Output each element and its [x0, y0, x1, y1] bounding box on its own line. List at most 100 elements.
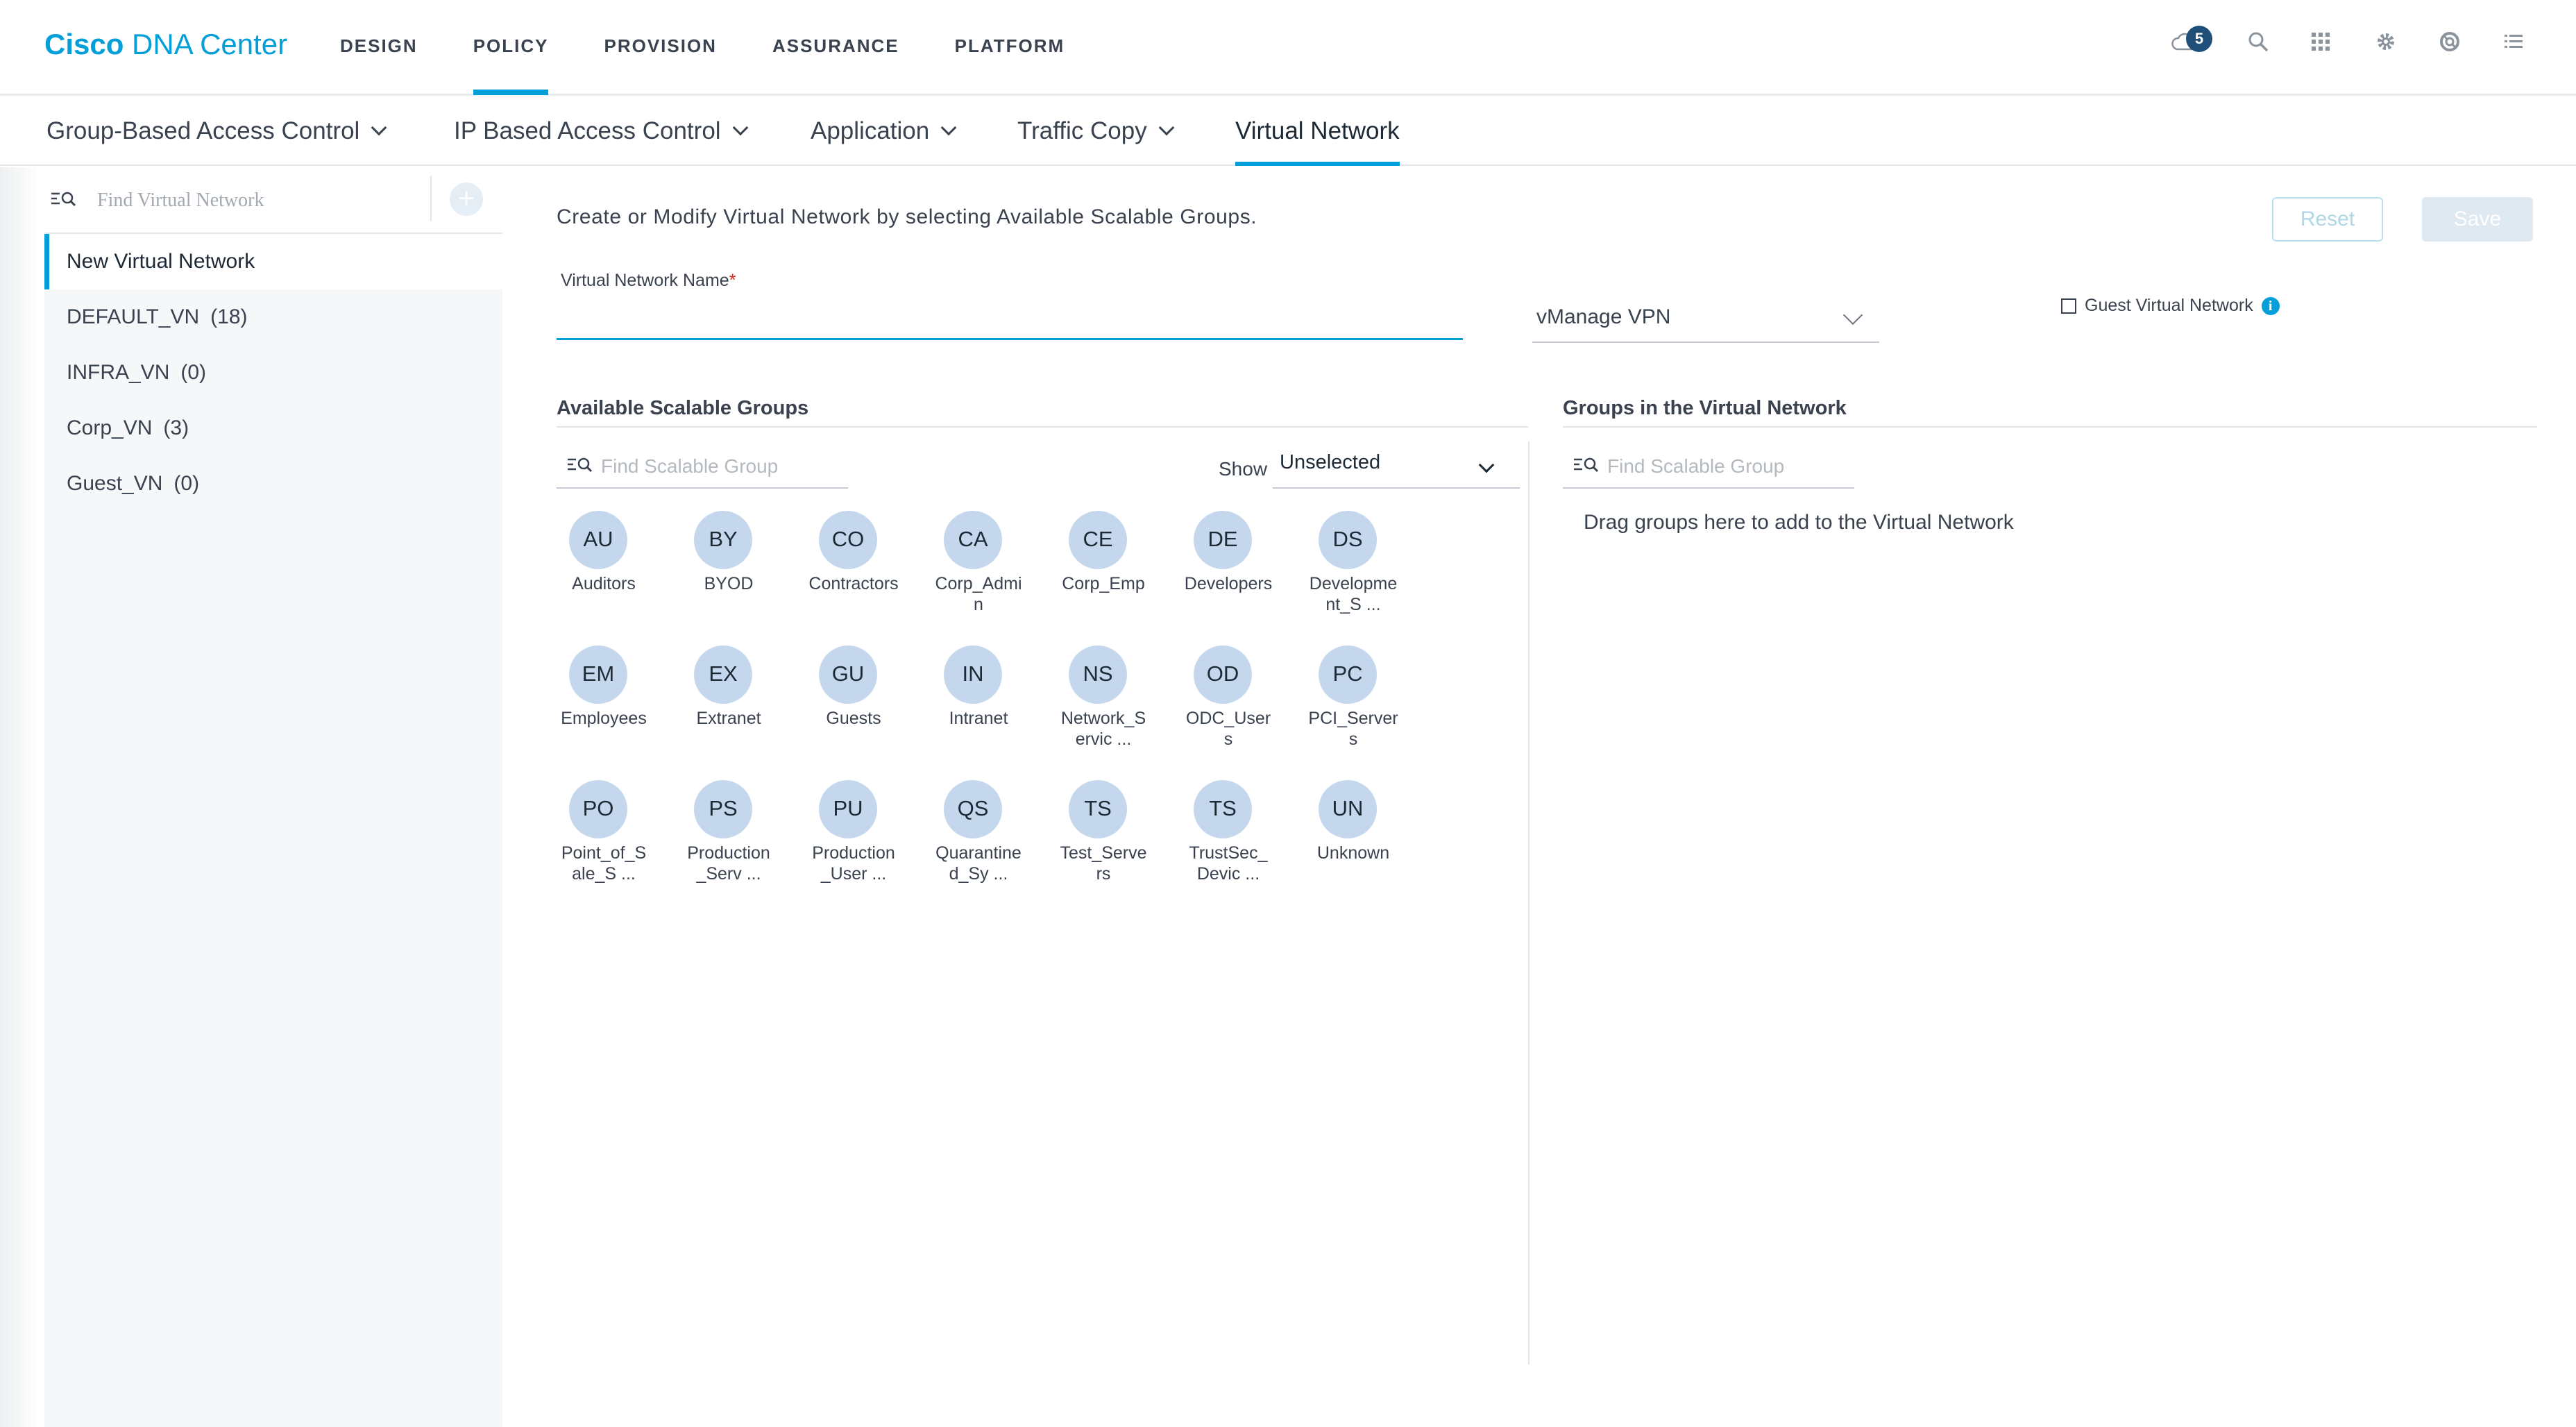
group-name: TrustSec_Devic ... — [1189, 843, 1268, 884]
vn-item-infra-vn[interactable]: INFRA_VN (0) — [44, 345, 502, 400]
group-avatar: UN — [1319, 780, 1377, 838]
nav-design[interactable]: DESIGN — [340, 0, 418, 95]
groups-in-vn-title: Groups in the Virtual Network — [1563, 397, 1847, 419]
scalable-group-tile[interactable]: UN Unknown — [1291, 780, 1416, 863]
virtual-network-sidebar: + New Virtual Network DEFAULT_VN (18) INF… — [44, 167, 502, 1427]
vn-count: (0) — [173, 472, 200, 495]
nav-policy[interactable]: POLICY — [473, 0, 549, 95]
main-nav: DESIGN POLICY PROVISION ASSURANCE PLATFO… — [340, 0, 1120, 95]
gear-icon[interactable] — [2372, 28, 2400, 56]
available-groups-title: Available Scalable Groups — [557, 397, 809, 419]
group-name: Development_S ... — [1309, 574, 1398, 614]
save-button[interactable]: Save — [2422, 197, 2533, 242]
filter-search-icon — [566, 454, 597, 480]
scalable-group-tile[interactable]: TS TrustSec_Devic ... — [1166, 780, 1291, 884]
required-mark: * — [729, 271, 736, 290]
scalable-group-tile[interactable]: CE Corp_Emp — [1041, 511, 1166, 594]
tab-application[interactable]: Application — [811, 96, 957, 166]
tab-group-based-access-control[interactable]: Group-Based Access Control — [46, 96, 387, 166]
search-icon[interactable] — [2244, 28, 2272, 56]
vmanage-vpn-select[interactable]: vManage VPN — [1532, 298, 1879, 343]
guest-vn-checkbox[interactable]: Guest Virtual Network i — [2061, 296, 2280, 316]
group-name: Guests — [826, 709, 881, 728]
chevron-down-icon — [1842, 305, 1863, 326]
vn-label: DEFAULT_VN — [67, 305, 200, 328]
vn-groups-search-input[interactable] — [1607, 450, 1843, 483]
show-filter-select[interactable]: Unselected — [1273, 444, 1520, 489]
available-groups-search-input[interactable] — [601, 450, 837, 483]
nav-provision[interactable]: PROVISION — [604, 0, 716, 95]
scalable-group-tile[interactable]: OD ODC_Users — [1166, 645, 1291, 750]
tab-label: Virtual Network — [1235, 117, 1400, 144]
scalable-group-tile[interactable]: QS Quarantined_Sy ... — [916, 780, 1041, 884]
scalable-group-tile[interactable]: TS Test_Servers — [1041, 780, 1166, 884]
group-avatar: QS — [944, 780, 1002, 838]
search-divider — [430, 176, 432, 221]
vn-item-guest-vn[interactable]: Guest_VN (0) — [44, 456, 502, 512]
tab-traffic-copy[interactable]: Traffic Copy — [1017, 96, 1175, 166]
scalable-group-tile[interactable]: BY BYOD — [666, 511, 791, 594]
vn-item-new[interactable]: New Virtual Network — [44, 234, 502, 289]
group-name: Production_User ... — [812, 843, 895, 884]
brand-name-rest: DNA Center — [124, 28, 288, 60]
scalable-group-tile[interactable]: PC PCI_Servers — [1291, 645, 1416, 750]
menu-list-icon[interactable] — [2500, 28, 2527, 56]
chevron-down-icon — [732, 119, 748, 136]
vn-search-input[interactable] — [97, 184, 458, 217]
checkbox-box[interactable] — [2061, 298, 2076, 314]
group-name: Production_Serv ... — [687, 843, 770, 884]
scalable-group-tile[interactable]: PS Production_Serv ... — [666, 780, 791, 884]
group-avatar: PS — [694, 780, 752, 838]
vn-label: INFRA_VN — [67, 361, 170, 384]
vn-item-corp-vn[interactable]: Corp_VN (3) — [44, 400, 502, 456]
filter-search-icon — [1573, 454, 1603, 480]
groups-in-vn-rule — [1563, 426, 2537, 428]
apps-grid-icon[interactable] — [2307, 28, 2334, 56]
scalable-group-tile[interactable]: DS Development_S ... — [1291, 511, 1416, 615]
vn-name-input[interactable] — [557, 298, 1463, 340]
reset-button[interactable]: Reset — [2272, 197, 2383, 242]
scalable-group-tile[interactable]: NS Network_Servic ... — [1041, 645, 1166, 750]
group-avatar: AU — [569, 511, 627, 569]
virtual-network-list: New Virtual Network DEFAULT_VN (18) INFRA… — [44, 234, 502, 512]
left-edge-shadow — [0, 167, 42, 1427]
scalable-group-tile[interactable]: PO Point_of_Sale_S ... — [541, 780, 666, 884]
vn-count: (3) — [163, 416, 189, 439]
scalable-group-tile[interactable]: CA Corp_Admin — [916, 511, 1041, 615]
vn-item-default-vn[interactable]: DEFAULT_VN (18) — [44, 289, 502, 345]
group-avatar: DE — [1194, 511, 1252, 569]
group-avatar: DS — [1319, 511, 1377, 569]
tab-virtual-network[interactable]: Virtual Network — [1235, 96, 1400, 166]
policy-subnav: Group-Based Access Control IP Based Acce… — [0, 96, 2576, 166]
scalable-group-tile[interactable]: PU Production_User ... — [791, 780, 916, 884]
group-name: Corp_Admin — [935, 574, 1022, 614]
add-virtual-network-button[interactable]: + — [450, 183, 483, 216]
scalable-group-tile[interactable]: EX Extranet — [666, 645, 791, 729]
help-lifebuoy-icon[interactable] — [2436, 28, 2464, 56]
group-avatar: CO — [819, 511, 877, 569]
scalable-group-tile[interactable]: EM Employees — [541, 645, 666, 729]
tab-label: Group-Based Access Control — [46, 117, 360, 144]
top-header: Cisco DNA Center DESIGN POLICY PROVISION… — [0, 0, 2576, 95]
tab-ip-based-access-control[interactable]: IP Based Access Control — [454, 96, 748, 166]
info-icon[interactable]: i — [2261, 296, 2280, 315]
scalable-group-tile[interactable]: GU Guests — [791, 645, 916, 729]
notification-count-badge[interactable]: 5 — [2186, 26, 2212, 52]
vn-label: New Virtual Network — [67, 250, 255, 273]
drop-zone-hint[interactable]: Drag groups here to add to the Virtual N… — [1584, 511, 2014, 534]
scalable-group-tile[interactable]: AU Auditors — [541, 511, 666, 594]
brand-logo[interactable]: Cisco DNA Center — [44, 28, 287, 61]
group-name: Point_of_Sale_S ... — [561, 843, 647, 884]
group-name: Unknown — [1316, 843, 1390, 863]
vn-search-bar: + — [44, 167, 502, 234]
group-name: Test_Servers — [1060, 843, 1147, 884]
nav-assurance[interactable]: ASSURANCE — [772, 0, 899, 95]
nav-platform[interactable]: PLATFORM — [955, 0, 1065, 95]
scalable-group-tile[interactable]: CO Contractors — [791, 511, 916, 594]
scalable-group-tile[interactable]: DE Developers — [1166, 511, 1291, 594]
tab-label: Traffic Copy — [1017, 117, 1147, 144]
group-name: Contractors — [808, 574, 899, 593]
group-name: Corp_Emp — [1062, 574, 1145, 593]
group-name: BYOD — [704, 574, 754, 593]
scalable-group-tile[interactable]: IN Intranet — [916, 645, 1041, 729]
